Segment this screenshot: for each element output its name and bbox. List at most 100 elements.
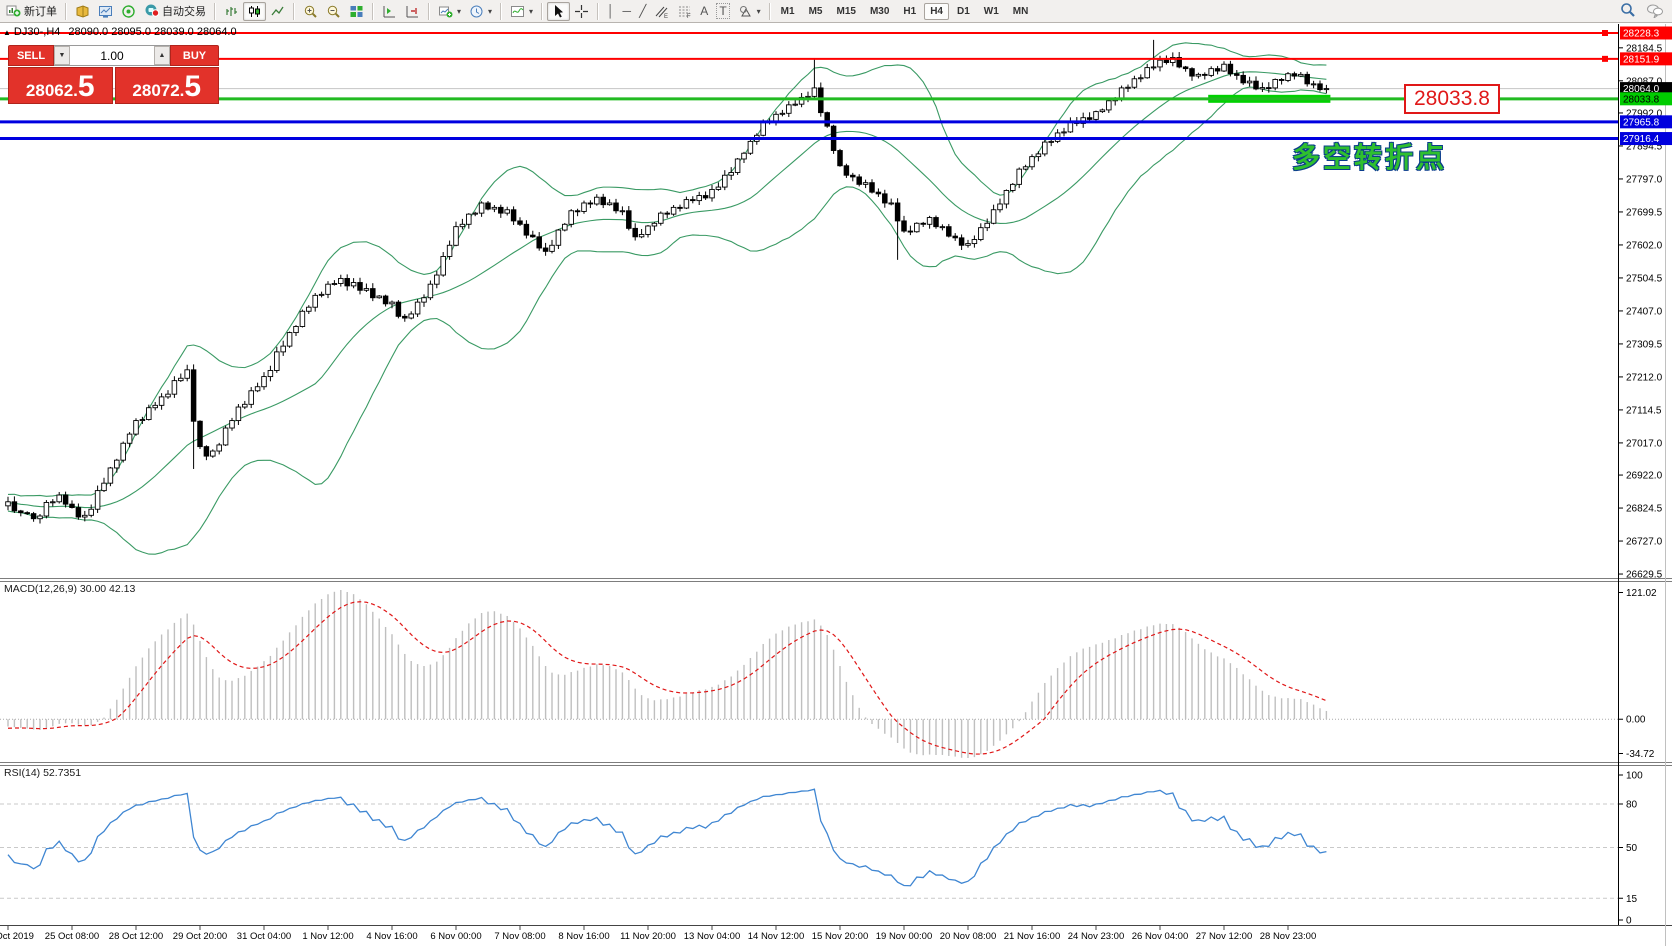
bar-chart-button[interactable] [220, 2, 243, 21]
separator [214, 3, 216, 20]
svg-text:F: F [687, 14, 691, 19]
svg-text:15: 15 [1626, 894, 1638, 905]
svg-text:E: E [664, 14, 668, 19]
fibonacci-tool-button[interactable]: F [673, 2, 696, 21]
timeframe-h1[interactable]: H1 [897, 3, 922, 20]
timeframe-mn[interactable]: MN [1007, 3, 1035, 20]
svg-text:28151.9: 28151.9 [1623, 54, 1660, 65]
text-tool-button[interactable]: A [696, 2, 712, 21]
symbol-name: DJ30-,H4 [14, 26, 60, 38]
new-order-button[interactable]: 新订单 [2, 2, 61, 21]
volume-up-button[interactable]: ▲ [154, 46, 170, 65]
candlestick-chart-button[interactable] [243, 2, 266, 21]
svg-text:0.00: 0.00 [1626, 715, 1646, 726]
svg-text:27017.0: 27017.0 [1626, 438, 1663, 449]
rsi-indicator-label: RSI(14) 52.7351 [4, 767, 81, 779]
candlestick-icon [247, 4, 262, 19]
tile-windows-button[interactable] [345, 2, 368, 21]
new-order-label: 新订单 [24, 3, 57, 19]
monitor-icon [98, 4, 113, 19]
zoom-in-button[interactable] [299, 2, 322, 21]
svg-text:29 Oct 20:00: 29 Oct 20:00 [173, 931, 227, 942]
svg-text:27407.0: 27407.0 [1626, 306, 1663, 317]
zoom-out-button[interactable] [322, 2, 345, 21]
svg-text:27602.0: 27602.0 [1626, 240, 1663, 251]
indicators-button[interactable]: ▾ [506, 2, 537, 21]
market-watch-button[interactable] [94, 2, 117, 21]
svg-text:50: 50 [1626, 843, 1638, 854]
toolbar: 新订单 自动交易 [0, 0, 1672, 23]
buy-button[interactable]: BUY [170, 45, 219, 66]
channel-tool-button[interactable]: E [650, 2, 673, 21]
autotrading-label: 自动交易 [162, 3, 206, 19]
separator [500, 3, 502, 20]
hline-tool-button[interactable]: ─ [619, 2, 636, 21]
autotrading-icon [144, 2, 159, 20]
new-chart-icon [438, 4, 453, 19]
history-center-button[interactable] [71, 2, 94, 21]
svg-text:27309.5: 27309.5 [1626, 339, 1663, 350]
svg-text:27916.4: 27916.4 [1623, 134, 1660, 145]
autotrading-button[interactable]: 自动交易 [140, 2, 210, 21]
sell-button[interactable]: SELL [8, 45, 54, 66]
line-chart-button[interactable] [266, 2, 289, 21]
separator [428, 3, 430, 20]
profiles-button[interactable]: ▾ [465, 2, 496, 21]
svg-text:4 Nov 16:00: 4 Nov 16:00 [366, 931, 417, 942]
timeframe-d1[interactable]: D1 [951, 3, 976, 20]
svg-text:27797.0: 27797.0 [1626, 174, 1663, 185]
signals-button[interactable] [117, 2, 140, 21]
label-icon: T [716, 3, 729, 19]
svg-text:27114.5: 27114.5 [1626, 405, 1662, 416]
svg-text:8 Nov 16:00: 8 Nov 16:00 [558, 931, 609, 942]
chart-shift-icon [382, 4, 397, 19]
bars-icon [224, 4, 239, 19]
new-chart-button[interactable]: ▾ [434, 2, 465, 21]
volume-down-button[interactable]: ▼ [54, 46, 70, 65]
chat-icon[interactable] [1646, 3, 1664, 18]
timeframe-m30[interactable]: M30 [864, 3, 895, 20]
trendline-tool-button[interactable]: ╱ [635, 2, 650, 21]
svg-text:6 Nov 00:00: 6 Nov 00:00 [430, 931, 481, 942]
timeframe-h4[interactable]: H4 [924, 3, 949, 20]
hline-icon: ─ [623, 4, 632, 18]
sell-price-main: 28062. [26, 81, 78, 101]
svg-text:1 Nov 12:00: 1 Nov 12:00 [302, 931, 353, 942]
symbol-info: ▲DJ30-,H428090.0 28095.0 28039.0 28064.0 [3, 26, 237, 38]
one-click-trade-widget: SELL ▼ ▲ BUY 28062.5 28072.5 [8, 45, 219, 104]
volume-input[interactable] [70, 46, 154, 65]
svg-text:121.02: 121.02 [1626, 588, 1657, 599]
search-icon[interactable] [1620, 2, 1636, 18]
auto-scroll-button[interactable] [401, 2, 424, 21]
timeframe-m1[interactable]: M1 [775, 3, 801, 20]
sell-price[interactable]: 28062.5 [8, 67, 113, 104]
buy-price-pips: 5 [184, 73, 201, 101]
timeframe-m15[interactable]: M15 [830, 3, 861, 20]
buy-price[interactable]: 28072.5 [115, 67, 220, 104]
timeframe-m5[interactable]: M5 [803, 3, 829, 20]
expand-triangle-icon[interactable]: ▲ [3, 28, 11, 37]
line-chart-icon [270, 4, 285, 19]
signal-icon [121, 4, 136, 19]
auto-scroll-icon [405, 4, 420, 19]
chart-shift-button[interactable] [378, 2, 401, 21]
crosshair-icon [574, 4, 589, 19]
text-icon: A [700, 4, 708, 18]
label-tool-button[interactable]: T [712, 2, 733, 21]
separator [541, 3, 543, 20]
svg-text:27965.8: 27965.8 [1623, 117, 1660, 128]
shapes-button[interactable]: ▾ [734, 2, 765, 21]
timeframe-bar: M1M5M15M30H1H4D1W1MN [775, 3, 1035, 20]
cursor-button[interactable] [547, 2, 570, 21]
vline-icon: │ [607, 4, 615, 18]
svg-text:27212.0: 27212.0 [1626, 372, 1663, 383]
timeframe-w1[interactable]: W1 [978, 3, 1005, 20]
svg-text:24 Oct 2019: 24 Oct 2019 [0, 931, 34, 942]
svg-text:26922.0: 26922.0 [1626, 471, 1663, 482]
book-icon [75, 4, 90, 19]
chevron-down-icon: ▾ [529, 7, 533, 16]
new-order-icon [6, 2, 21, 20]
crosshair-button[interactable] [570, 2, 593, 21]
svg-text:21 Nov 16:00: 21 Nov 16:00 [1004, 931, 1061, 942]
vline-tool-button[interactable]: │ [603, 2, 619, 21]
